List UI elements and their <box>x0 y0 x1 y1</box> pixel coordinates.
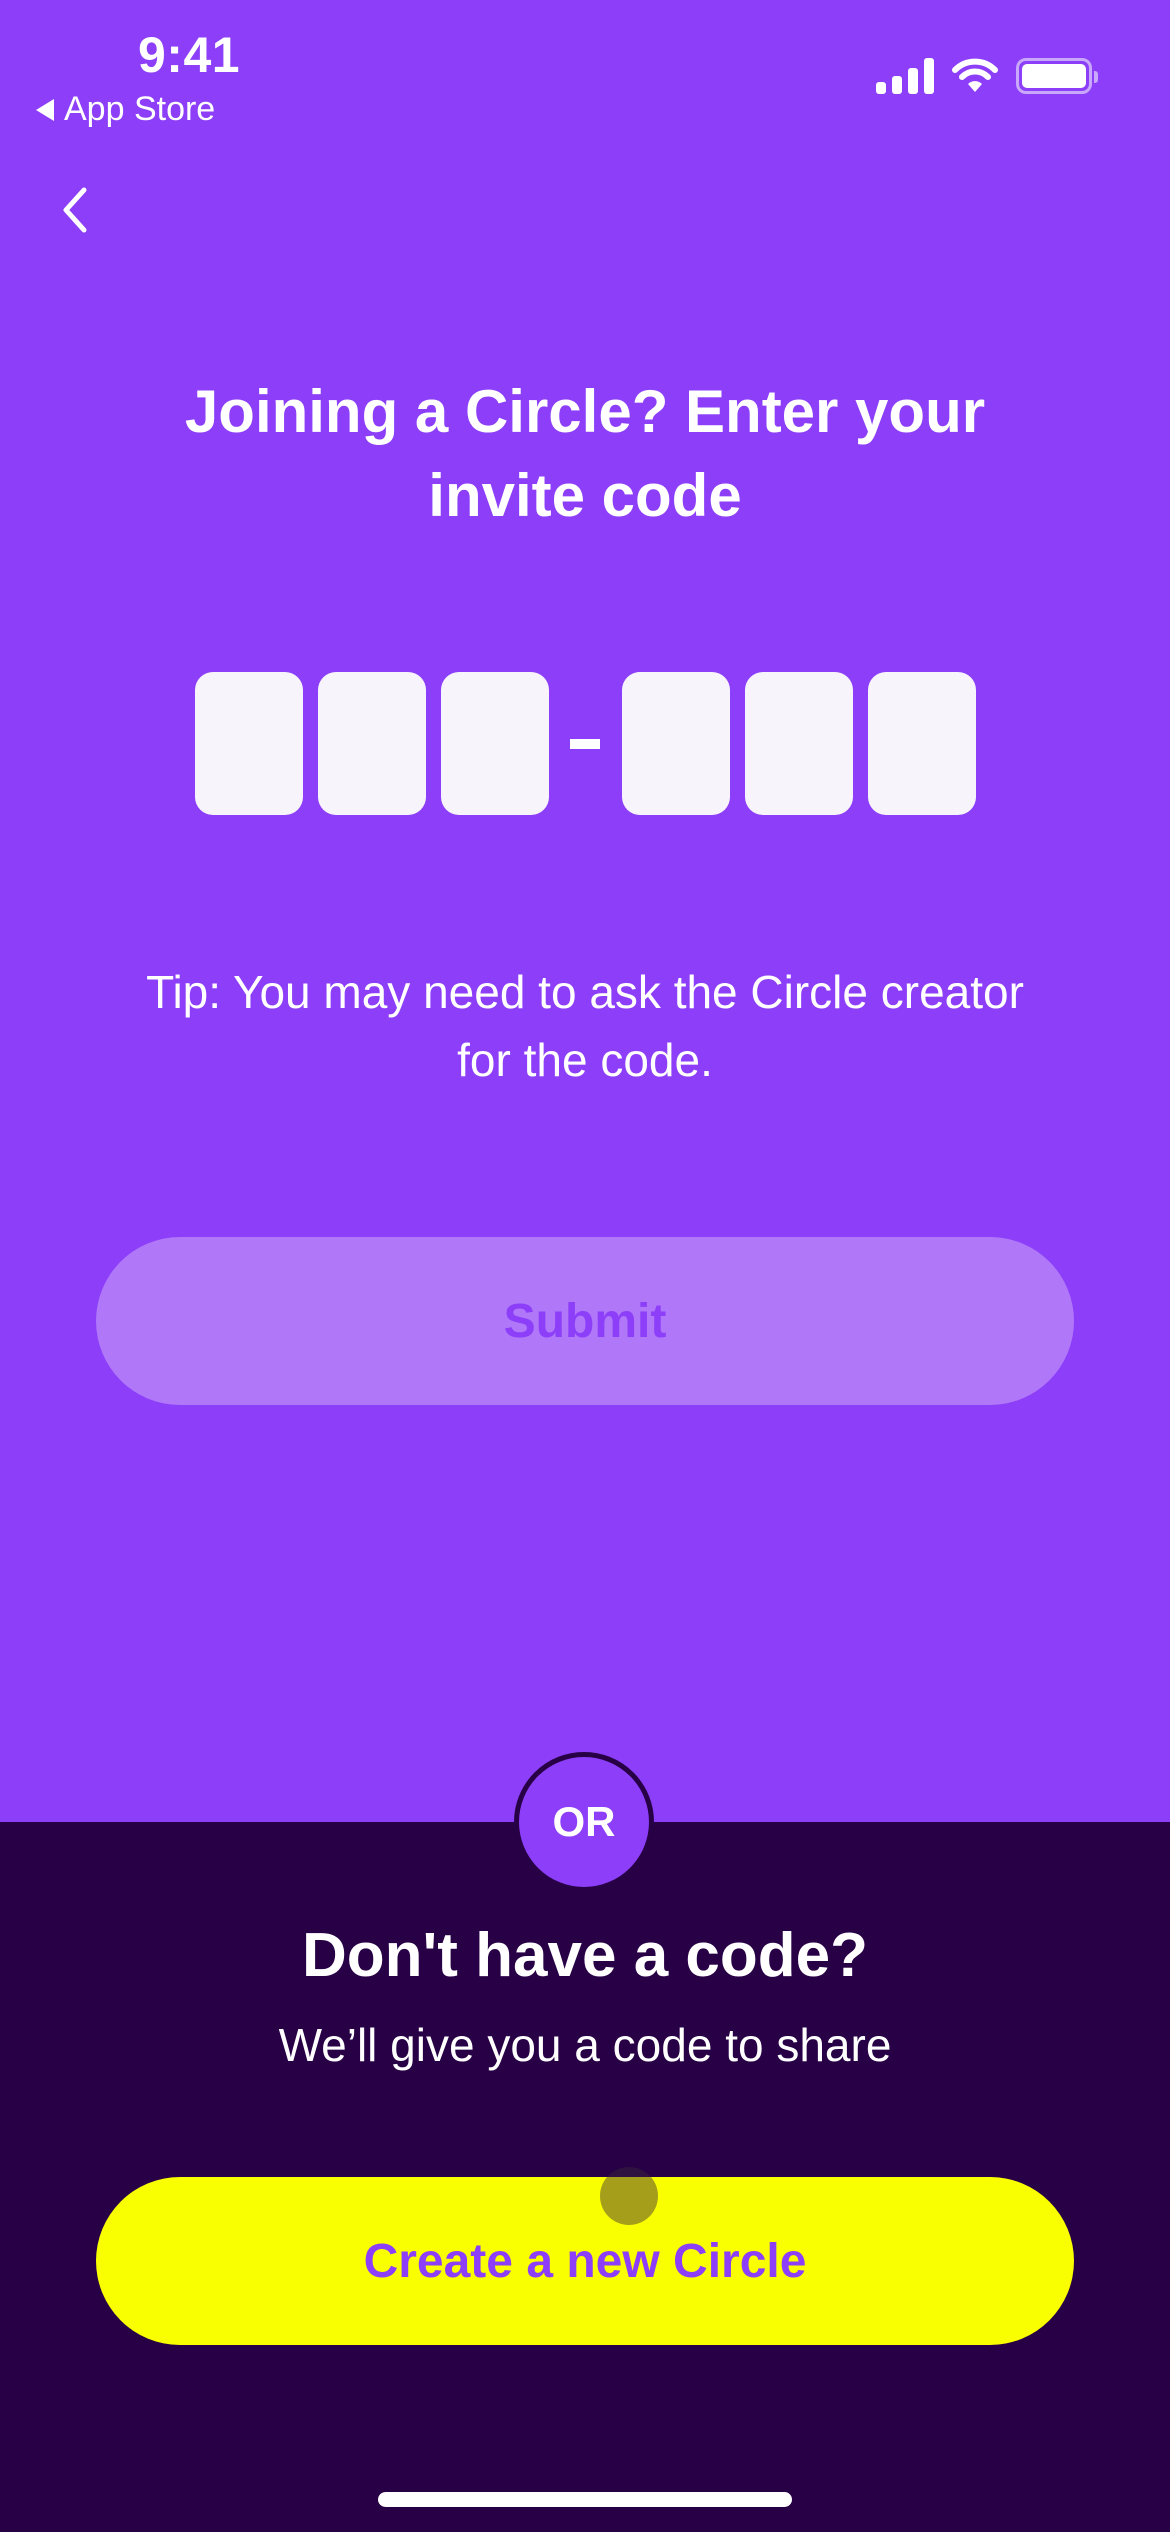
no-code-title: Don't have a code? <box>302 1921 868 1990</box>
status-time: 9:41 <box>138 27 241 83</box>
or-divider: OR <box>514 1752 654 1892</box>
tip-text: Tip: You may need to ask the Circle crea… <box>146 966 1024 1086</box>
back-to-app-store[interactable]: App Store <box>36 90 215 129</box>
join-section <box>0 0 1170 1822</box>
page-title: Joining a Circle? Enter your invite code <box>184 378 986 529</box>
home-indicator[interactable] <box>378 2492 792 2507</box>
create-circle-button[interactable]: Create a new Circle <box>96 2177 1074 2345</box>
code-separator <box>570 738 600 749</box>
code-digit-1[interactable] <box>194 672 303 815</box>
code-digit-6[interactable] <box>867 672 976 815</box>
chevron-left-icon <box>63 187 87 233</box>
submit-button[interactable]: Submit <box>96 1237 1074 1405</box>
battery-icon <box>1016 58 1098 94</box>
code-digit-3[interactable] <box>440 672 549 815</box>
status-icons <box>876 58 1098 94</box>
back-triangle-icon <box>36 98 54 121</box>
touch-indicator <box>600 2167 658 2225</box>
back-button[interactable] <box>50 180 100 240</box>
cellular-signal-icon <box>876 58 934 94</box>
no-code-subtitle: We’ll give you a code to share <box>278 2019 892 2071</box>
invite-code-input <box>0 672 1170 815</box>
wifi-icon <box>952 58 998 92</box>
code-digit-2[interactable] <box>317 672 426 815</box>
code-digit-4[interactable] <box>621 672 730 815</box>
back-app-label: App Store <box>64 90 216 128</box>
code-digit-5[interactable] <box>744 672 853 815</box>
